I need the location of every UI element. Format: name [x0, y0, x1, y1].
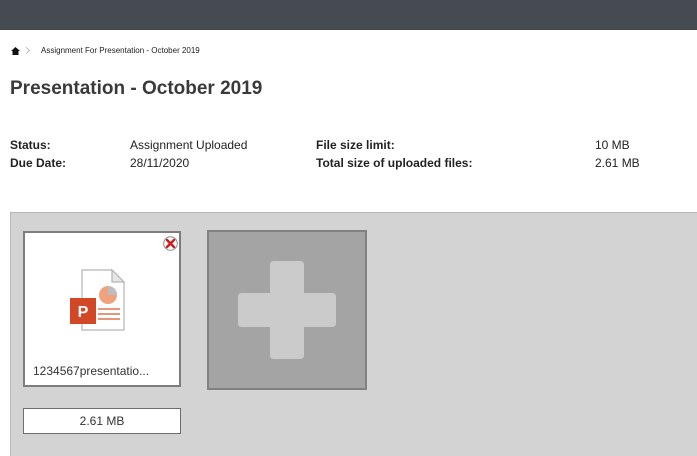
home-icon[interactable]	[11, 47, 20, 55]
top-navigation-bar	[0, 0, 697, 30]
remove-file-icon[interactable]	[163, 236, 178, 251]
plus-icon	[238, 261, 336, 359]
total-size-value: 2.61 MB	[595, 156, 640, 170]
add-file-button[interactable]	[207, 230, 367, 390]
total-size-label: Total size of uploaded files:	[316, 156, 473, 170]
breadcrumb-current[interactable]: Assignment For Presentation - October 20…	[41, 46, 200, 55]
breadcrumb: Assignment For Presentation - October 20…	[22, 46, 200, 55]
status-label: Status:	[10, 138, 51, 152]
svg-text:P: P	[78, 304, 89, 321]
file-name: 1234567presentatio...	[33, 364, 150, 378]
due-date-value: 28/11/2020	[130, 156, 190, 170]
status-value: Assignment Uploaded	[130, 138, 248, 152]
powerpoint-file-icon: P	[70, 268, 126, 331]
file-size-value: 2.61 MB	[79, 414, 125, 428]
due-date-label: Due Date:	[10, 156, 67, 170]
file-size-display: 2.61 MB	[23, 408, 181, 434]
page-title: Presentation - October 2019	[10, 78, 263, 99]
file-size-limit-label: File size limit:	[316, 138, 395, 152]
file-size-limit-value: 10 MB	[595, 138, 630, 152]
breadcrumb-separator-icon	[22, 46, 31, 55]
